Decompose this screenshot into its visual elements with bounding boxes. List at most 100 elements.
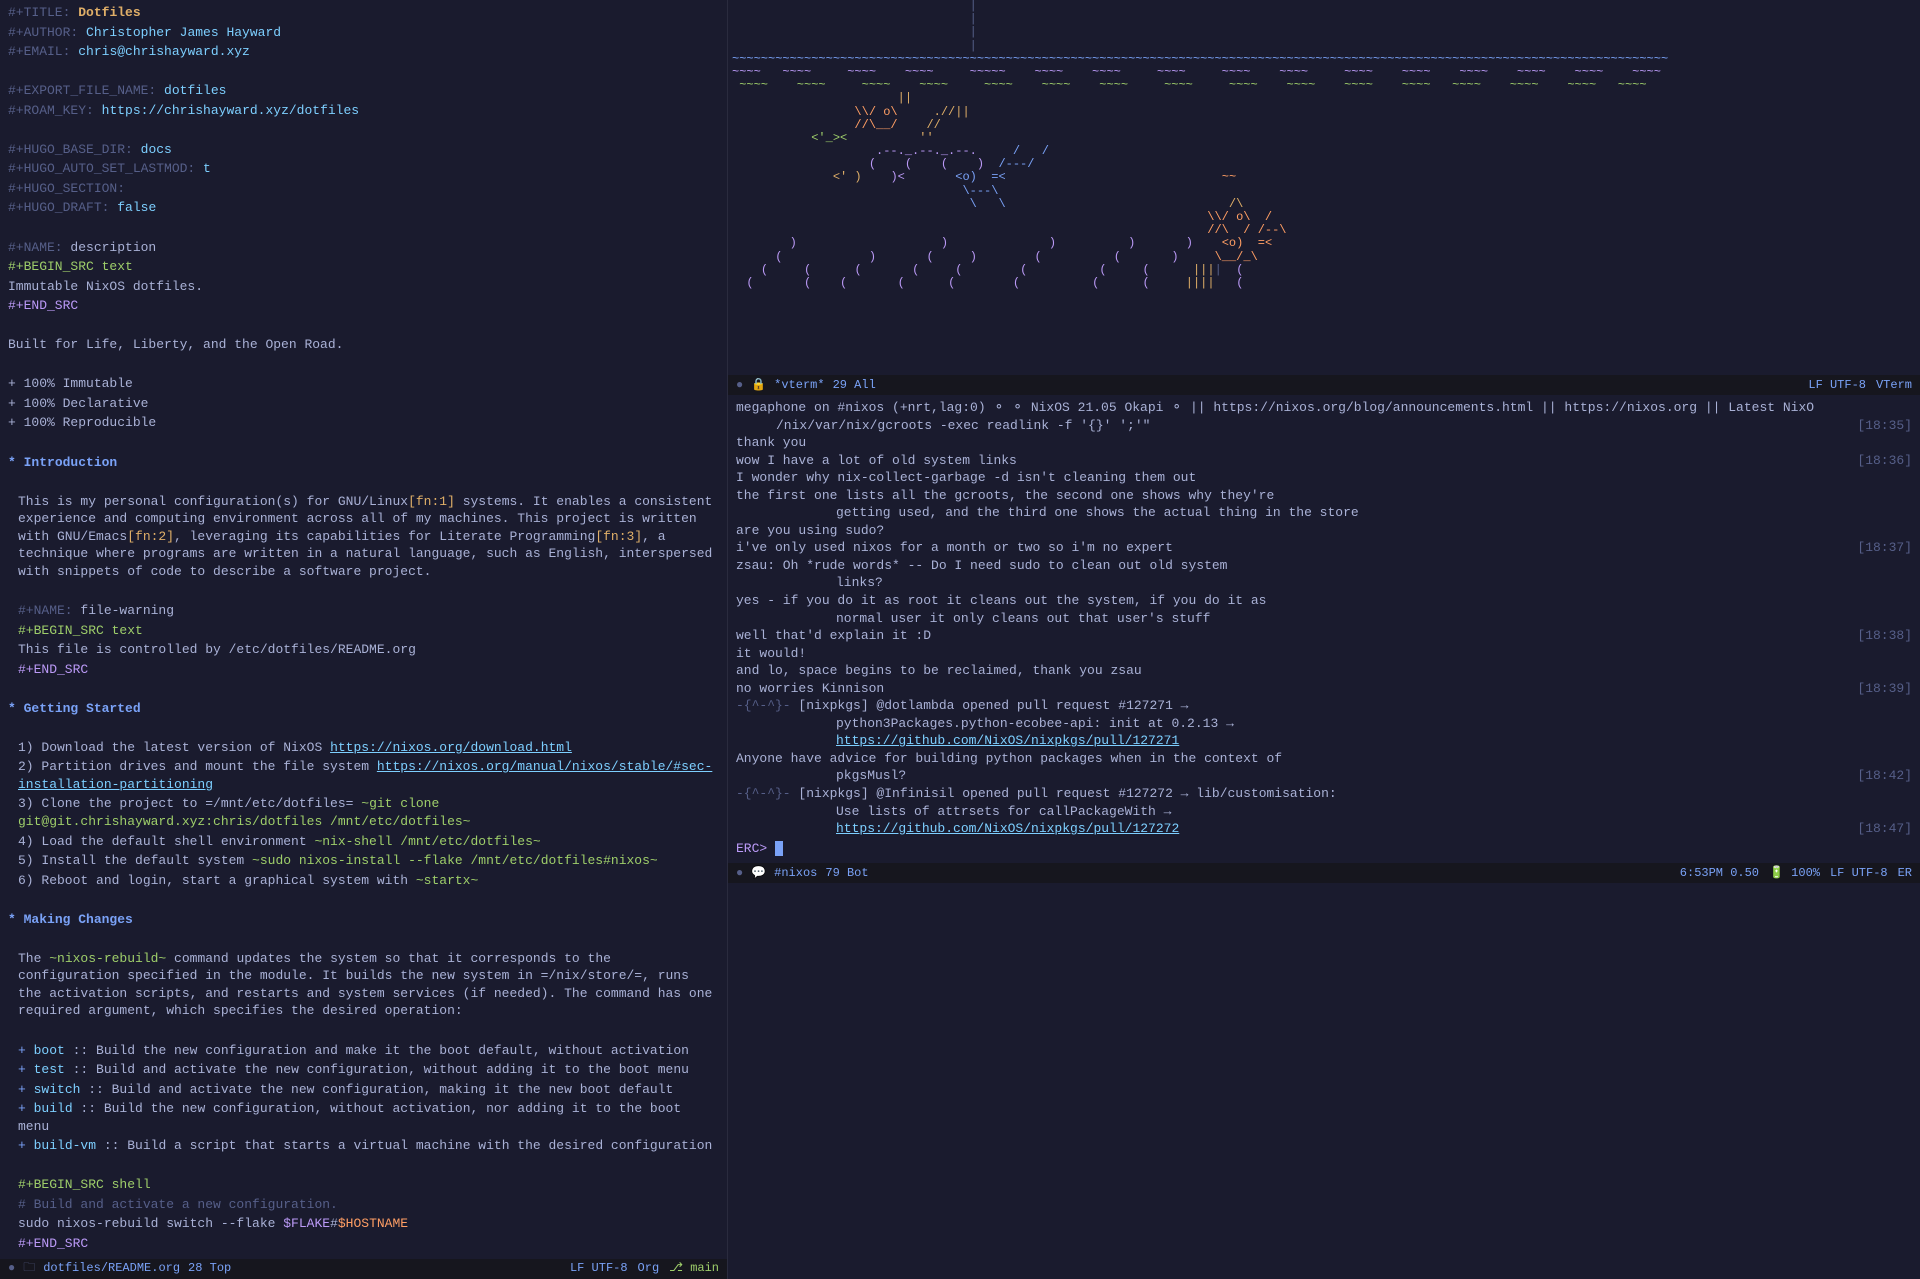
operation-item: + switch :: Build and activate the new c… <box>18 1081 718 1099</box>
filewarn-body: This file is controlled by /etc/dotfiles… <box>18 641 718 659</box>
footnote-1[interactable]: [fn:1] <box>408 494 455 509</box>
author-val: Christopher James Hayward <box>86 25 281 40</box>
vterm-encoding: LF UTF-8 <box>1808 377 1866 393</box>
lock-icon: 🔒 <box>751 377 766 393</box>
name-key: #+NAME: <box>8 240 63 255</box>
shell-command: sudo nixos-rebuild switch --flake $FLAKE… <box>18 1215 718 1233</box>
bullet-immutable: + 100% Immutable <box>8 375 719 393</box>
irc-position: 79 Bot <box>825 865 868 881</box>
step-6: 6) Reboot and login, start a graphical s… <box>18 872 718 890</box>
operation-item: + test :: Build and activate the new con… <box>18 1061 718 1079</box>
modeline-irc: ● 💬 #nixos 79 Bot 6:53PM 0.50 🔋 100% LF … <box>728 863 1920 883</box>
irc-encoding: LF UTF-8 <box>1830 865 1888 881</box>
erc-prompt[interactable]: ERC> _ <box>728 838 1920 860</box>
step-5: 5) Install the default system ~sudo nixo… <box>18 852 718 870</box>
git-branch-icon: ⎇ main <box>669 1260 719 1276</box>
irc-message: the first one lists all the gcroots, the… <box>728 487 1920 505</box>
clock: 6:53PM 0.50 <box>1680 865 1759 881</box>
operation-item: + build :: Build the new configuration, … <box>18 1100 718 1135</box>
ascii-art: | | | | ~~~~~~~~~~~~~~~~~~~~~~~~~~~~~~~~… <box>728 0 1920 290</box>
step-4: 4) Load the default shell environment ~n… <box>18 833 718 851</box>
irc-area[interactable]: megaphone on #nixos (+nrt,lag:0) ⚬ ⚬ Nix… <box>728 395 1920 863</box>
circle-icon: ● <box>736 865 743 881</box>
hugo-lastmod-val: t <box>203 161 211 176</box>
position: 28 Top <box>188 1260 231 1276</box>
irc-message: https://github.com/NixOS/nixpkgs/pull/12… <box>728 820 1920 838</box>
footnote-2[interactable]: [fn:2] <box>127 529 174 544</box>
irc-message: links? <box>728 574 1920 592</box>
irc-message: are you using sudo? <box>728 522 1920 540</box>
bullet-declarative: + 100% Declarative <box>8 395 719 413</box>
src-begin-shell: #+BEGIN_SRC shell <box>18 1177 151 1192</box>
name-filewarning: file-warning <box>80 603 174 618</box>
irc-message: normal user it only cleans out that user… <box>728 610 1920 628</box>
heading-making-changes[interactable]: Making Changes <box>8 911 719 929</box>
irc-message: I wonder why nix-collect-garbage -d isn'… <box>728 469 1920 487</box>
step-3: 3) Clone the project to =/mnt/etc/dotfil… <box>18 795 718 830</box>
hugo-base-val: docs <box>141 142 172 157</box>
vterm-position: 29 All <box>833 377 876 393</box>
operation-item: + build-vm :: Build a script that starts… <box>18 1137 718 1155</box>
circle-icon: ● <box>736 377 743 393</box>
irc-message: zsau: Oh *rude words* -- Do I need sudo … <box>728 557 1920 575</box>
irc-message: no worries Kinnison[18:39] <box>728 680 1920 698</box>
making-changes-paragraph: The ~nixos-rebuild~ command updates the … <box>18 950 718 1020</box>
vterm-buffer-name: *vterm* <box>774 377 824 393</box>
heading-getting-started[interactable]: Getting Started <box>8 700 719 718</box>
modeline-vterm: ● 🔒 *vterm* 29 All LF UTF-8 VTerm <box>728 375 1920 395</box>
irc-messages: thank you wow I have a lot of old system… <box>728 434 1920 838</box>
operations-list: + boot :: Build the new configuration an… <box>8 1042 719 1155</box>
irc-message: i've only used nixos for a month or two … <box>728 539 1920 557</box>
irc-topic: megaphone on #nixos (+nrt,lag:0) ⚬ ⚬ Nix… <box>728 399 1920 417</box>
irc-message: wow I have a lot of old system links[18:… <box>728 452 1920 470</box>
download-link[interactable]: https://nixos.org/download.html <box>330 740 572 755</box>
irc-message: thank you <box>728 434 1920 452</box>
battery-icon: 🔋 100% <box>1769 865 1820 881</box>
irc-message: and lo, space begins to be reclaimed, th… <box>728 662 1920 680</box>
irc-message: yes - if you do it as root it cleans out… <box>728 592 1920 610</box>
chat-icon: 💬 <box>751 865 766 881</box>
modified-icon: ● <box>8 1260 15 1276</box>
shell-comment: # Build and activate a new configuration… <box>18 1196 718 1214</box>
folder-icon: 🗀 <box>23 1260 35 1276</box>
step-1: 1) Download the latest version of NixOS … <box>18 739 718 757</box>
irc-message: -{^-^}- [nixpkgs] @Infinisil opened pull… <box>728 785 1920 803</box>
src-begin: #+BEGIN_SRC text <box>8 259 133 274</box>
right-pane: | | | | ~~~~~~~~~~~~~~~~~~~~~~~~~~~~~~~~… <box>728 0 1920 1279</box>
major-mode: Org <box>638 1260 660 1276</box>
hugo-draft-key: #+HUGO_DRAFT: <box>8 200 109 215</box>
bullet-reproducible: + 100% Reproducible <box>8 414 719 432</box>
step-2: 2) Partition drives and mount the file s… <box>18 758 718 793</box>
vterm-area[interactable]: | | | | ~~~~~~~~~~~~~~~~~~~~~~~~~~~~~~~~… <box>728 0 1920 375</box>
left-pane: #+TITLE: Dotfiles #+AUTHOR: Christopher … <box>0 0 728 1279</box>
email-key: #+EMAIL: <box>8 44 70 59</box>
export-val: dotfiles <box>164 83 226 98</box>
src-body: Immutable NixOS dotfiles. <box>8 278 719 296</box>
encoding: LF UTF-8 <box>570 1260 628 1276</box>
irc-buffer-name: #nixos <box>774 865 817 881</box>
vterm-mode: VTerm <box>1876 377 1912 393</box>
title-key: #+TITLE: <box>8 5 70 20</box>
hugo-base-key: #+HUGO_BASE_DIR: <box>8 142 133 157</box>
roam-key: #+ROAM_KEY: <box>8 103 94 118</box>
title-val: Dotfiles <box>78 5 140 20</box>
export-key: #+EXPORT_FILE_NAME: <box>8 83 156 98</box>
buffer-name: dotfiles/README.org <box>43 1260 180 1276</box>
org-editor[interactable]: #+TITLE: Dotfiles #+AUTHOR: Christopher … <box>0 0 727 1259</box>
tagline: Built for Life, Liberty, and the Open Ro… <box>8 336 719 354</box>
irc-message: Anyone have advice for building python p… <box>728 750 1920 768</box>
roam-val: https://chrishayward.xyz/dotfiles <box>102 103 359 118</box>
irc-mode: ER <box>1898 865 1912 881</box>
name-val: description <box>70 240 156 255</box>
operation-item: + boot :: Build the new configuration an… <box>18 1042 718 1060</box>
hugo-lastmod-key: #+HUGO_AUTO_SET_LASTMOD: <box>8 161 195 176</box>
heading-introduction[interactable]: Introduction <box>8 454 719 472</box>
irc-message: python3Packages.python-ecobee-api: init … <box>728 715 1920 733</box>
author-key: #+AUTHOR: <box>8 25 78 40</box>
irc-message: https://github.com/NixOS/nixpkgs/pull/12… <box>728 732 1920 750</box>
footnote-3[interactable]: [fn:3] <box>595 529 642 544</box>
irc-message: -{^-^}- [nixpkgs] @dotlambda opened pull… <box>728 697 1920 715</box>
irc-message: getting used, and the third one shows th… <box>728 504 1920 522</box>
email-val: chris@chrishayward.xyz <box>78 44 250 59</box>
irc-message: pkgsMusl?[18:42] <box>728 767 1920 785</box>
